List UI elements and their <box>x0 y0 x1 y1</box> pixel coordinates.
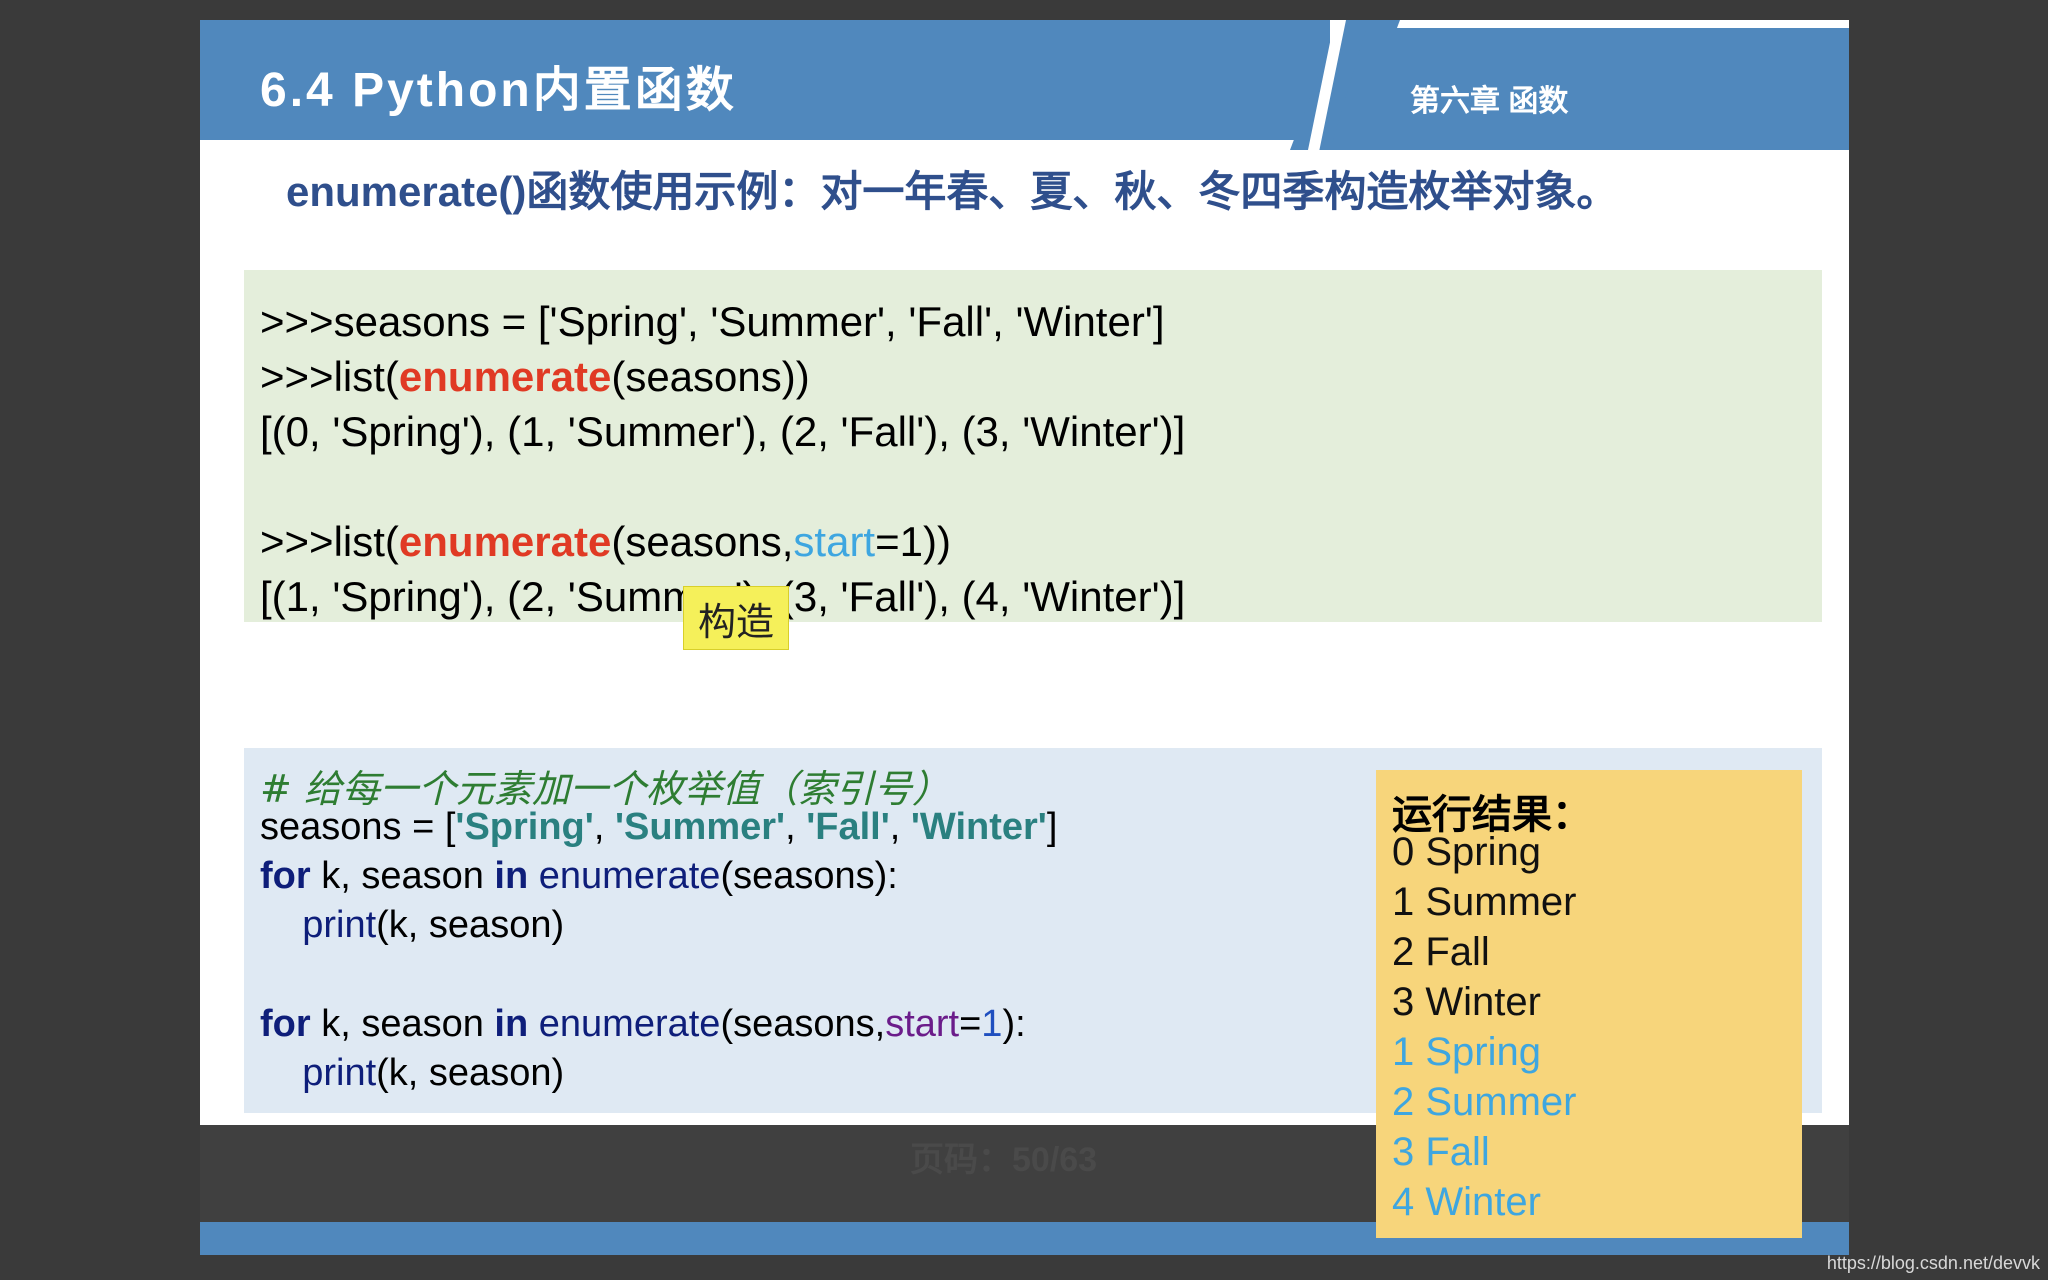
code-line-1: >>>seasons = ['Spring', 'Summer', 'Fall'… <box>260 298 1165 345</box>
result-line: 4 Winter <box>1392 1180 1541 1224</box>
slide-title: 6.4 Python内置函数 <box>260 64 737 117</box>
result-line: 3 Winter <box>1392 980 1541 1024</box>
page-indicator: 页码：50/63 <box>910 1141 1098 1179</box>
result-line: 2 Summer <box>1392 1080 1577 1124</box>
slide-subtitle: enumerate()函数使用示例：对一年春、夏、秋、冬四季构造枚举对象。 <box>286 168 1619 215</box>
header-right-band <box>1330 28 1849 150</box>
code-print2-line: print(k, season) <box>302 1052 565 1094</box>
chapter-label: 第六章 函数 <box>1410 85 1569 118</box>
code-comment: # 给每一个元素加一个枚举值（索引号） <box>260 767 950 811</box>
code-assign-line: seasons = ['Spring', 'Summer', 'Fall', '… <box>260 806 1058 848</box>
result-line: 3 Fall <box>1392 1130 1490 1174</box>
result-line: 2 Fall <box>1392 930 1490 974</box>
result-line: 1 Spring <box>1392 1030 1541 1074</box>
slide: 6.4 Python内置函数 第六章 函数 enumerate()函数使用示例：… <box>200 20 1849 1255</box>
result-line: 0 Spring <box>1392 830 1541 874</box>
code-loop1-line: for k, season in enumerate(seasons): <box>260 855 898 897</box>
code-print1-line: print(k, season) <box>302 904 565 946</box>
code-line-3: [(0, 'Spring'), (1, 'Summer'), (2, 'Fall… <box>260 408 1186 455</box>
tooltip: 构造 <box>683 586 789 650</box>
code-loop2-line: for k, season in enumerate(seasons,start… <box>260 1003 1026 1045</box>
result-line: 1 Summer <box>1392 880 1577 924</box>
watermark-url: https://blog.csdn.net/devvk <box>1826 1253 2040 1273</box>
code-line-4: >>>list(enumerate(seasons,start=1)) <box>260 518 951 565</box>
interactive-code-block: >>>seasons = ['Spring', 'Summer', 'Fall'… <box>244 270 1822 622</box>
result-box: 运行结果： 0 Spring 1 Summer 2 Fall 3 Winter … <box>1376 770 1802 1238</box>
code-line-2: >>>list(enumerate(seasons)) <box>260 353 810 400</box>
